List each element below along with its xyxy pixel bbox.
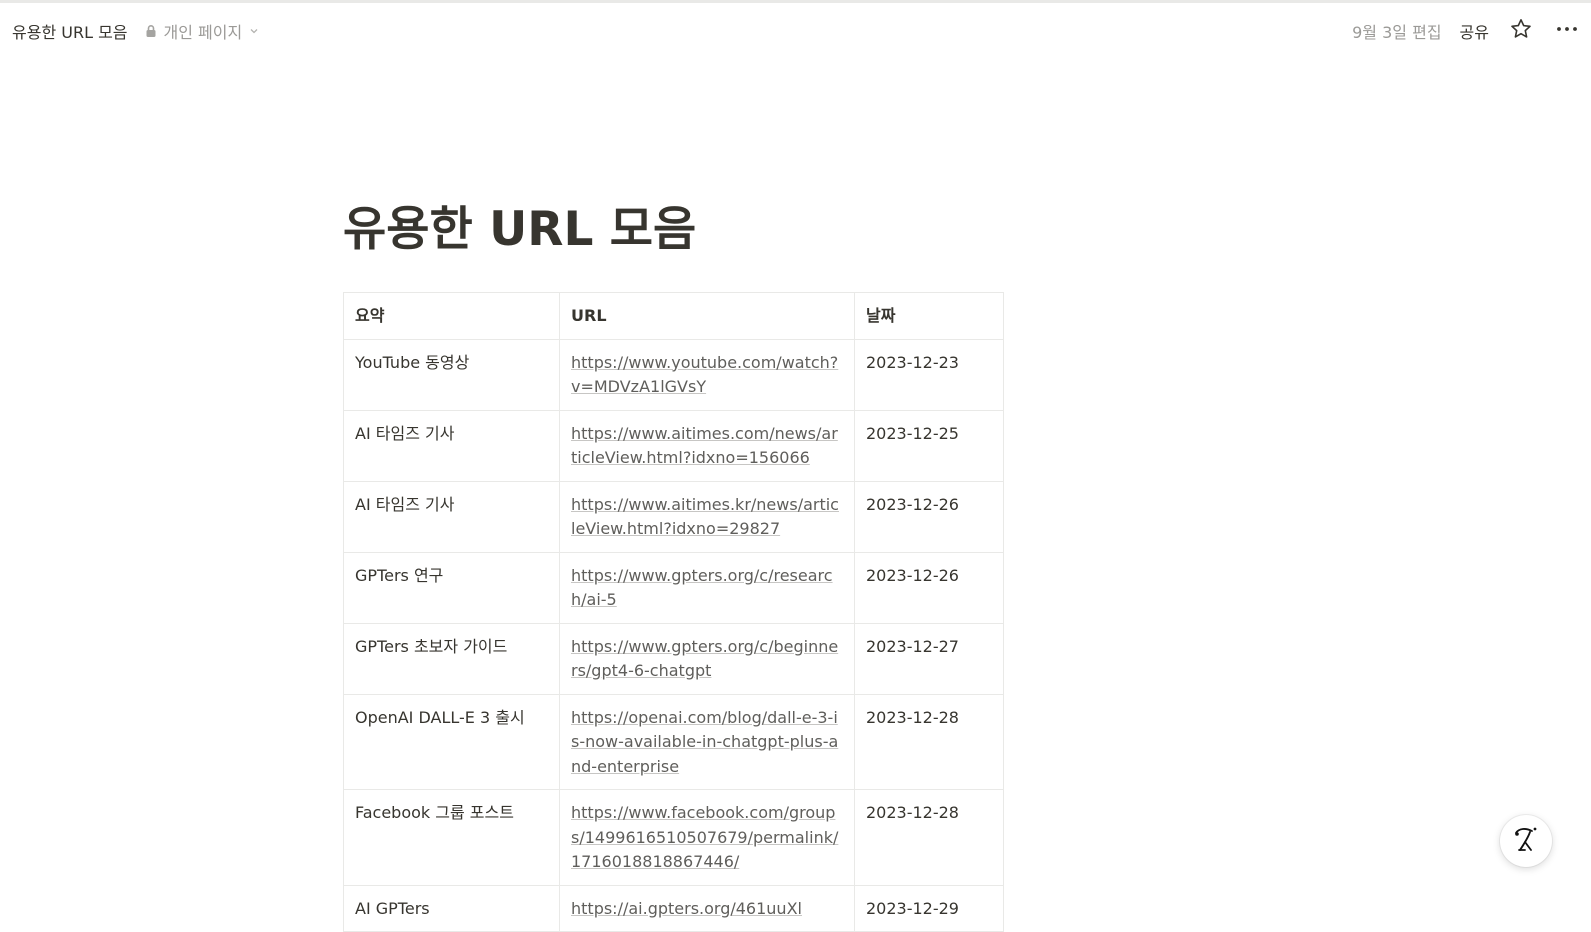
url-cell[interactable]: https://www.aitimes.com/news/articleView… <box>559 409 855 482</box>
notion-ai-icon <box>1511 824 1541 858</box>
url-link[interactable]: https://www.aitimes.kr/news/articleView.… <box>571 495 839 539</box>
url-cell[interactable]: https://www.facebook.com/groups/14996165… <box>559 789 855 886</box>
page-title[interactable]: 유용한 URL 모음 <box>343 195 1003 265</box>
top-bar: 유용한 URL 모음 개인 페이지 9월 3일 편집 공유 <box>0 4 1591 58</box>
page-content: 유용한 URL 모음 요약 URL 날짜 YouTube 동영상 https:/… <box>343 195 1004 932</box>
privacy-label: 개인 페이지 <box>163 23 243 42</box>
chevron-down-icon <box>248 25 260 37</box>
column-header-url[interactable]: URL <box>559 292 855 340</box>
date-cell[interactable]: 2023-12-26 <box>854 551 1004 624</box>
table-header-row: 요약 URL 날짜 <box>343 292 1004 340</box>
url-cell[interactable]: https://www.aitimes.kr/news/articleView.… <box>559 480 855 553</box>
last-edited-label: 9월 3일 편집 <box>1352 23 1442 42</box>
summary-cell[interactable]: GPTers 연구 <box>343 551 560 624</box>
column-header-summary[interactable]: 요약 <box>343 292 560 340</box>
date-cell[interactable]: 2023-12-27 <box>854 622 1004 695</box>
lock-icon <box>144 24 158 38</box>
summary-cell[interactable]: AI 타임즈 기사 <box>343 480 560 553</box>
star-icon <box>1509 17 1533 45</box>
table-row: GPTers 초보자 가이드 https://www.gpters.org/c/… <box>343 622 1004 695</box>
url-table: 요약 URL 날짜 YouTube 동영상 https://www.youtub… <box>343 292 1004 932</box>
table-row: GPTers 연구 https://www.gpters.org/c/resea… <box>343 551 1004 624</box>
table-row: YouTube 동영상 https://www.youtube.com/watc… <box>343 338 1004 411</box>
top-bar-actions: 9월 3일 편집 공유 <box>1352 17 1581 45</box>
url-cell[interactable]: https://www.youtube.com/watch?v=MDVzA1lG… <box>559 338 855 411</box>
ai-assistant-button[interactable] <box>1500 815 1552 867</box>
table-row: AI 타임즈 기사 https://www.aitimes.com/news/a… <box>343 409 1004 482</box>
more-options-button[interactable] <box>1553 17 1581 45</box>
summary-cell[interactable]: AI GPTers <box>343 884 560 932</box>
url-cell[interactable]: https://ai.gpters.org/461uuXl <box>559 884 855 932</box>
favorite-button[interactable] <box>1507 17 1535 45</box>
table-row: OpenAI DALL-E 3 출시 https://openai.com/bl… <box>343 693 1004 790</box>
date-cell[interactable]: 2023-12-25 <box>854 409 1004 482</box>
url-cell[interactable]: https://www.gpters.org/c/research/ai-5 <box>559 551 855 624</box>
url-link[interactable]: https://openai.com/blog/dall-e-3-is-now-… <box>571 708 838 776</box>
table-row: Facebook 그룹 포스트 https://www.facebook.com… <box>343 789 1004 886</box>
top-divider <box>0 0 1591 3</box>
share-button[interactable]: 공유 <box>1460 19 1489 43</box>
date-cell[interactable]: 2023-12-29 <box>854 884 1004 932</box>
more-horizontal-icon <box>1555 17 1579 45</box>
date-cell[interactable]: 2023-12-26 <box>854 480 1004 553</box>
url-cell[interactable]: https://www.gpters.org/c/beginners/gpt4-… <box>559 622 855 695</box>
summary-cell[interactable]: Facebook 그룹 포스트 <box>343 789 560 886</box>
url-link[interactable]: https://www.gpters.org/c/beginners/gpt4-… <box>571 637 838 681</box>
date-cell[interactable]: 2023-12-28 <box>854 789 1004 886</box>
table-row: AI 타임즈 기사 https://www.aitimes.kr/news/ar… <box>343 480 1004 553</box>
privacy-selector[interactable]: 개인 페이지 <box>144 19 261 43</box>
url-link[interactable]: https://ai.gpters.org/461uuXl <box>571 899 802 918</box>
url-link[interactable]: https://www.facebook.com/groups/14996165… <box>571 803 838 871</box>
url-link[interactable]: https://www.youtube.com/watch?v=MDVzA1lG… <box>571 353 838 397</box>
summary-cell[interactable]: YouTube 동영상 <box>343 338 560 411</box>
breadcrumb: 유용한 URL 모음 개인 페이지 <box>12 19 260 43</box>
table-row: AI GPTers https://ai.gpters.org/461uuXl … <box>343 884 1004 932</box>
date-cell[interactable]: 2023-12-23 <box>854 338 1004 411</box>
breadcrumb-page-title[interactable]: 유용한 URL 모음 <box>12 19 128 43</box>
summary-cell[interactable]: GPTers 초보자 가이드 <box>343 622 560 695</box>
url-link[interactable]: https://www.gpters.org/c/research/ai-5 <box>571 566 833 610</box>
date-cell[interactable]: 2023-12-28 <box>854 693 1004 790</box>
url-cell[interactable]: https://openai.com/blog/dall-e-3-is-now-… <box>559 693 855 790</box>
summary-cell[interactable]: AI 타임즈 기사 <box>343 409 560 482</box>
summary-cell[interactable]: OpenAI DALL-E 3 출시 <box>343 693 560 790</box>
column-header-date[interactable]: 날짜 <box>854 292 1004 340</box>
url-link[interactable]: https://www.aitimes.com/news/articleView… <box>571 424 838 468</box>
